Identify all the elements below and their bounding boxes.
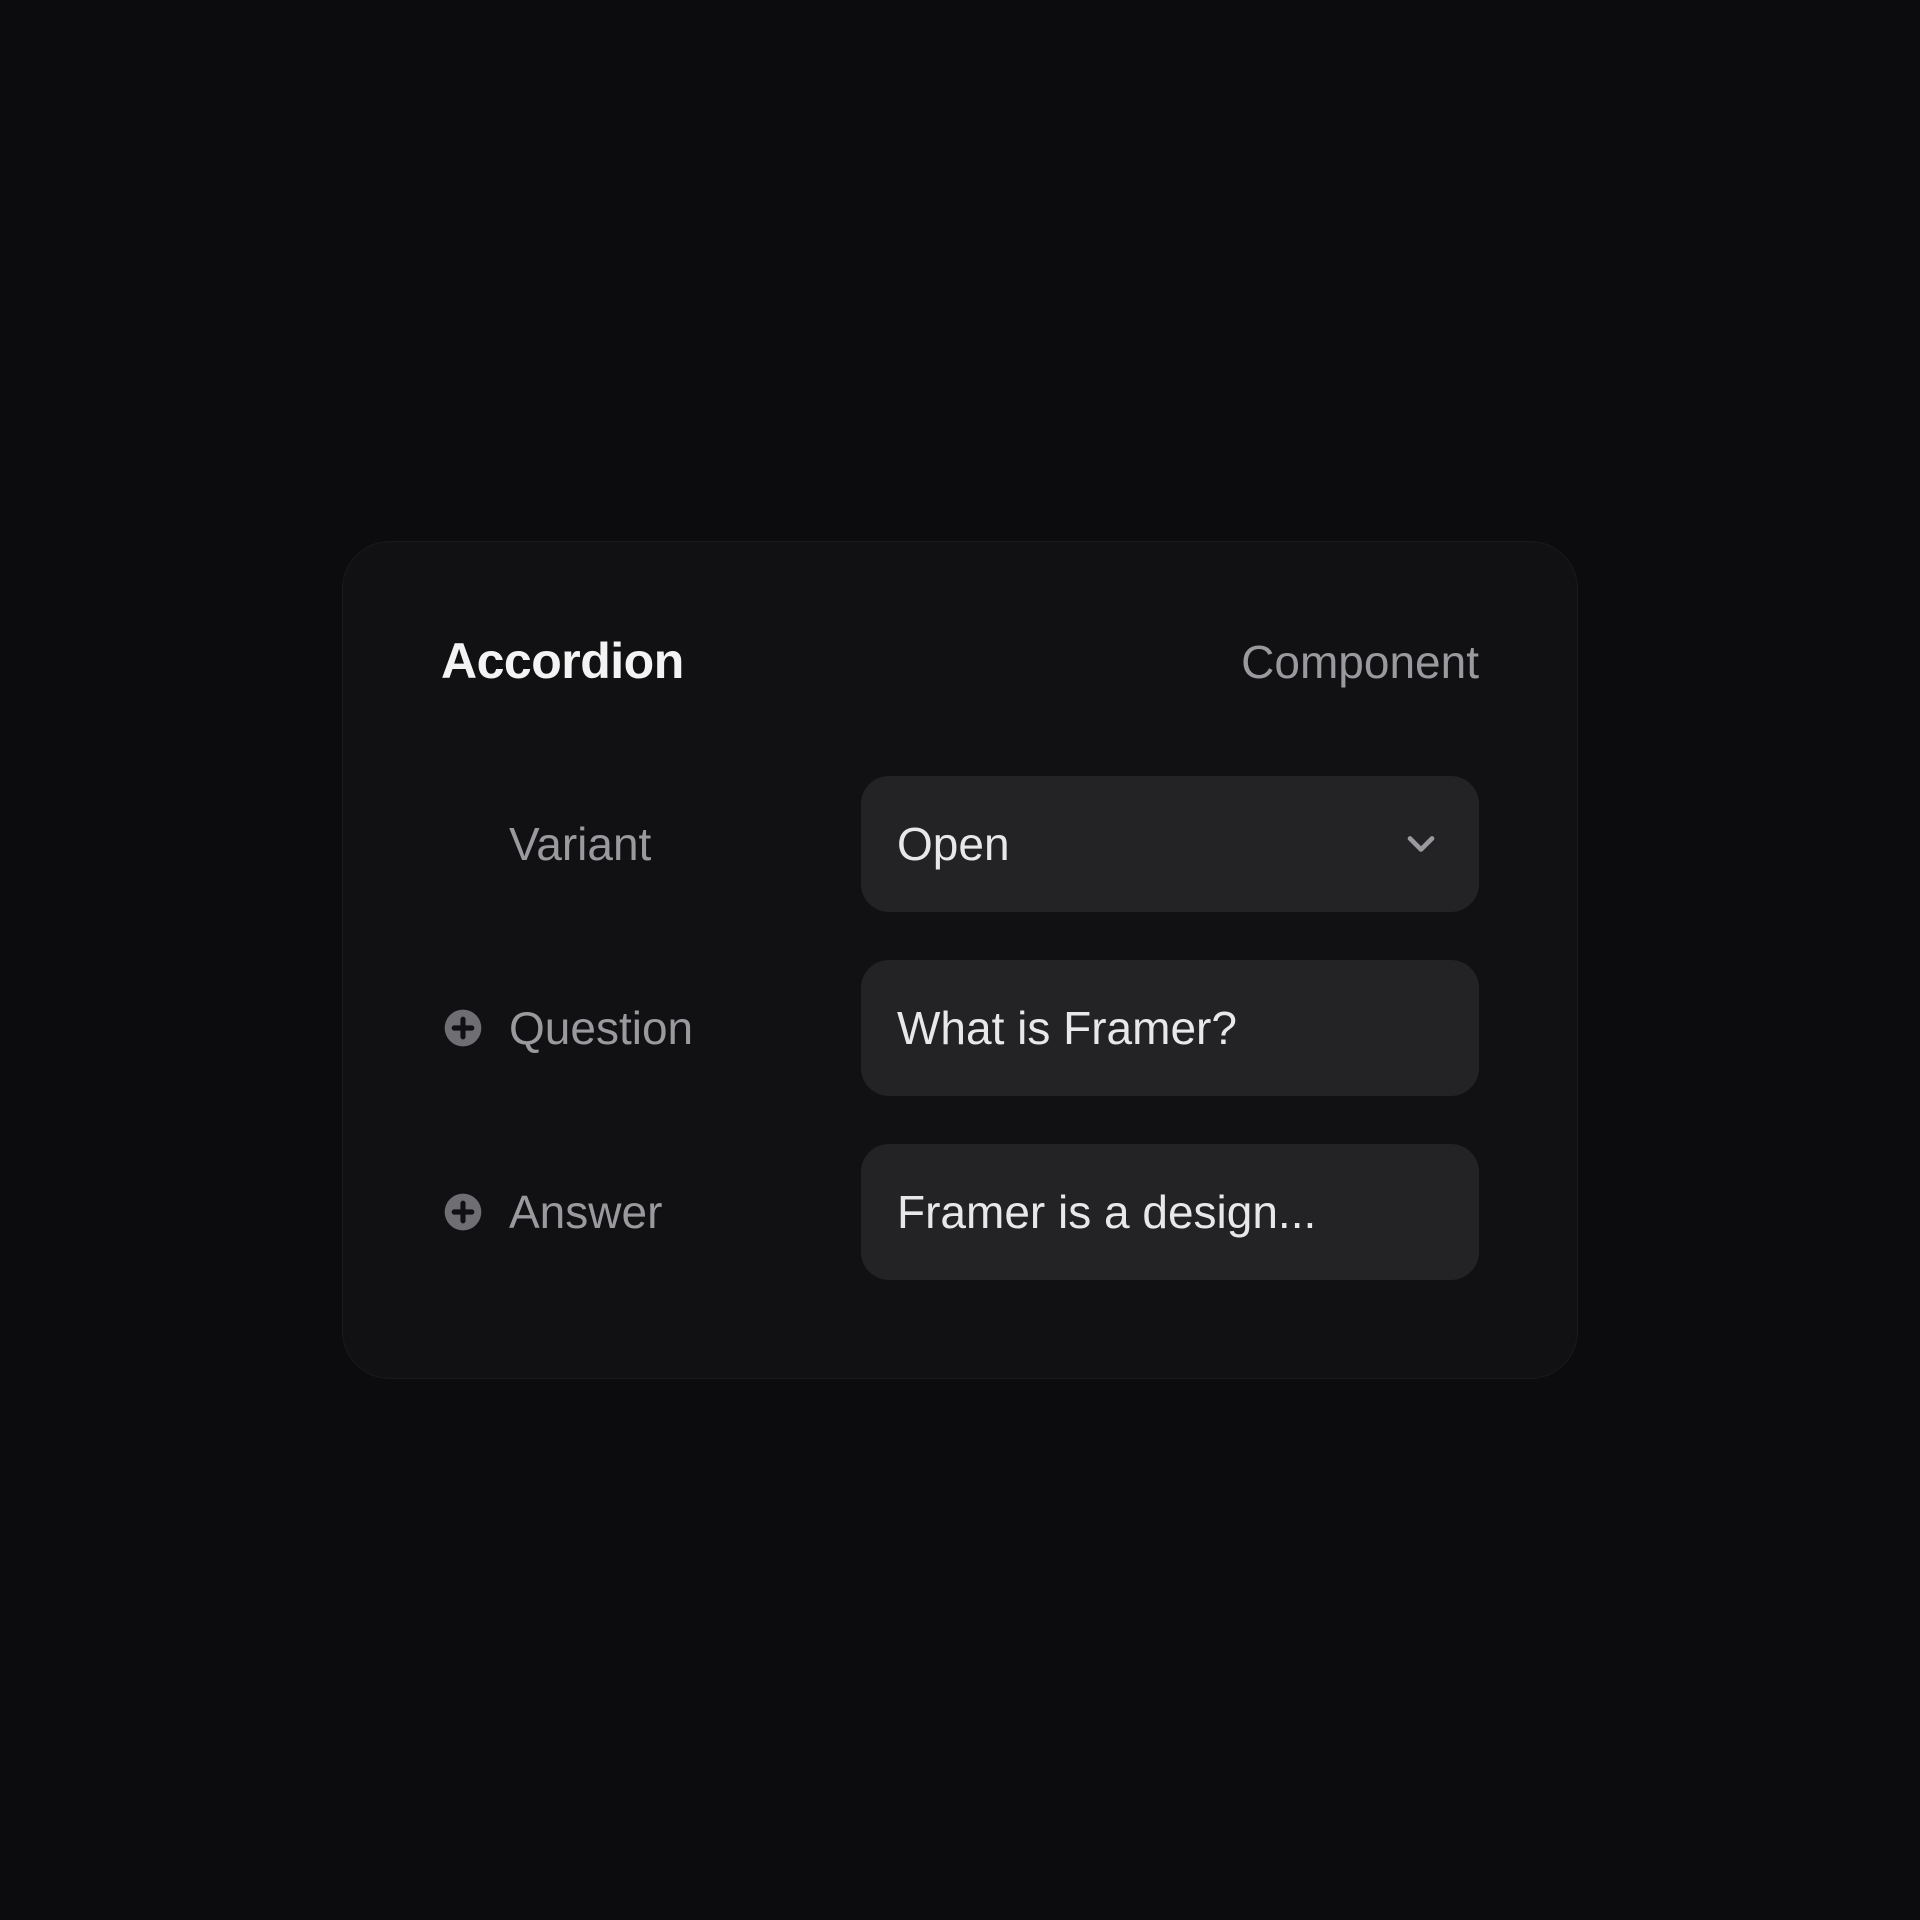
answer-label: Answer [509,1185,662,1239]
question-input[interactable]: What is Framer? [861,960,1479,1096]
variant-value: Open [897,817,1383,871]
plus-circle-icon[interactable] [441,1190,485,1234]
row-question-left: Question [441,1001,841,1055]
variant-label: Variant [509,817,651,871]
component-panel: Accordion Component Variant Open [342,541,1578,1379]
answer-input[interactable]: Framer is a design... [861,1144,1479,1280]
row-variant-left: Variant [441,817,841,871]
row-answer: Answer Framer is a design... [441,1144,1479,1280]
panel-type-label: Component [1241,635,1479,689]
panel-header: Accordion Component [441,632,1479,690]
row-question: Question What is Framer? [441,960,1479,1096]
variant-select[interactable]: Open [861,776,1479,912]
panel-title: Accordion [441,632,684,690]
answer-value: Framer is a design... [897,1185,1443,1239]
question-label: Question [509,1001,693,1055]
chevron-down-icon [1399,822,1443,866]
row-answer-left: Answer [441,1185,841,1239]
question-value: What is Framer? [897,1001,1443,1055]
row-variant: Variant Open [441,776,1479,912]
stage: Accordion Component Variant Open [0,0,1920,1920]
plus-circle-icon[interactable] [441,1006,485,1050]
